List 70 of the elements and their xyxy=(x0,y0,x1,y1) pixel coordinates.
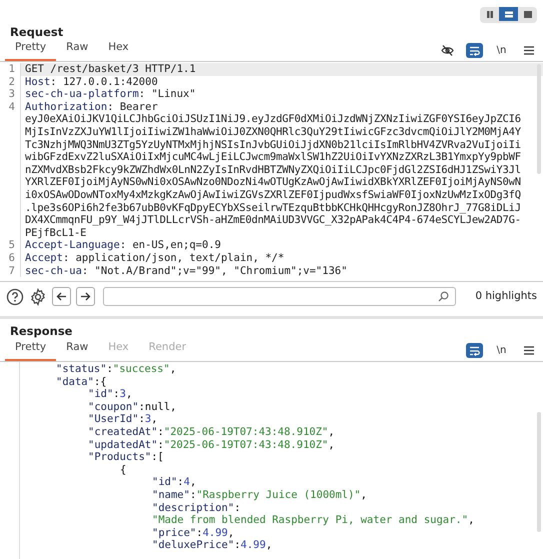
line-number: 5 xyxy=(8,239,16,252)
settings-icon[interactable] xyxy=(29,288,47,306)
line-number: 2 xyxy=(8,76,16,88)
word-wrap-button[interactable] xyxy=(466,343,483,358)
code-line: sec-ch-ua-platform: "Linux" xyxy=(24,88,197,101)
code-line: sec-ch-ua: "Not.A/Brand";v="99", "Chromium";v="136" xyxy=(24,264,348,278)
eye-slash-icon xyxy=(441,45,454,56)
code-line: Authorization: Bearer xyxy=(24,100,159,114)
code-line: eyJ0eXAiOiJKV1QiLCJhbGciOiJSUzI1NiJ9.eyJzdGF0dXMiOiJzdWNjZXNzIiwiZGF0YSI6eyJpZCI6 xyxy=(24,113,522,126)
tab[interactable]: Pretty xyxy=(5,40,56,61)
code-line: "updatedAt":"2025-06-19T07:43:48.910Z", xyxy=(87,438,336,452)
scrollbar-thumb[interactable] xyxy=(537,412,541,532)
code-line: Accept: application/json, text/plain, */* xyxy=(24,252,286,264)
panel-title: Response xyxy=(9,323,74,340)
line-number: 3 xyxy=(8,88,16,101)
line-number: 6 xyxy=(8,252,16,264)
back-button[interactable] xyxy=(52,287,71,306)
code-line: "description": xyxy=(151,502,242,514)
newline-toggle[interactable]: \n xyxy=(493,43,510,58)
search-field[interactable] xyxy=(103,287,456,306)
tab[interactable]: Raw xyxy=(56,340,98,361)
code-line: DX4XCmmqnFU_p9Y_W4jJTlDLLcrVSh-aHZmE0dnMAiUD3VVGC_X32pAPak4C4P4-674eSCYLJew2AD7G- xyxy=(24,214,522,227)
scrollbar-thumb[interactable] xyxy=(537,64,541,174)
code-line: nZXMvdXBsb2Fkcy9kZWZhdWx0LnN2ZyIsInRvdHBTZWNyZXQiOiIiLCJpc0FjdGl2ZSI6dHJ1ZSwiY3Jl xyxy=(24,164,522,176)
hide-button[interactable] xyxy=(439,43,456,58)
code-line: i0xOSAwODowNToxMy4xMzkgKzAwOjAwIiwiZGVsZXRlZEF0IjpudWxsfSwiaWF0IjoxNzUwMzIxODg3fQ xyxy=(24,188,522,202)
code-line: "UserId":3, xyxy=(87,413,159,426)
code-line: "id":4, xyxy=(151,476,198,489)
code-line: PEjfBcL1-E xyxy=(24,226,88,240)
code-line: wibGFzdExvZ2luSXAiOiIxMjcuMC4wLjEiLCJwcm9maWxlSW1hZ2UiOiIvYXNzZXRzL3B1YmxpYy9pbWF xyxy=(24,151,522,164)
line-number: 1 xyxy=(8,63,16,76)
code-line: "coupon":null, xyxy=(87,400,178,414)
wrap-icon xyxy=(469,346,480,356)
code-line: "data":{ xyxy=(56,376,108,388)
tab[interactable]: Pretty xyxy=(5,340,56,361)
square-icon xyxy=(522,10,532,18)
newline-toggle[interactable]: \n xyxy=(493,343,510,358)
highlights-count: 0 highlights xyxy=(475,288,537,304)
wrap-icon xyxy=(469,46,480,56)
code-line: "createdAt":"2025-06-19T07:43:48.910Z", xyxy=(87,426,336,439)
code-line: Tc3NzhjMWQ3NmU3ZTg5YzUyNTMxMjhjNSIsInJvbGUiOiJjdXN0b21lciIsImRlbHV4ZVRva2VuIjoiIi xyxy=(24,138,522,152)
code-line: "Made from blended Raspberry Pi, water and sugar.", xyxy=(151,514,476,527)
help-icon[interactable] xyxy=(6,288,24,306)
menu-icon xyxy=(524,46,534,55)
code-line: "status":"success", xyxy=(56,363,178,376)
rows-icon xyxy=(504,10,514,18)
columns-icon xyxy=(484,10,494,18)
tab[interactable]: Hex xyxy=(98,40,139,61)
code-line: "name":"Raspberry Juice (1000ml)", xyxy=(151,488,368,502)
code-line: .lpe3s6OPi6h2fe3b67ubB0vKFqDpyECYbXSseilrwTEzquBtbbKCHkQHHcgyRonJZ8OhrJ_77G8iDLiJ xyxy=(24,202,522,214)
code-line: "deluxePrice":4.99, xyxy=(151,539,274,552)
line-number: 7 xyxy=(8,264,16,278)
code-line: YXRlZEF0IjoiMjAyNS0wNi0xOSAwNzo0NDozNi4wOTUgKzAwOjAwIiwidXBkYXRlZEF0IjoiMjAyNS0wN xyxy=(24,176,522,189)
code-line: Host: 127.0.0.1:42000 xyxy=(24,76,159,88)
tab[interactable]: Raw xyxy=(56,40,98,61)
code-line: Accept-Language: en-US,en;q=0.9 xyxy=(24,239,222,252)
search-icon xyxy=(438,291,450,302)
code-line: "price":4.99, xyxy=(151,526,236,540)
code-line: MjIsInVzZXJuYW1lIjoiIiwiZW1haWwiOiJ0ZXN0QHRlc3QuY29tIiwicGFzc3dvcmQiOiJlY2M0MjA4Y xyxy=(24,126,522,139)
code-line: "id":3, xyxy=(87,388,134,401)
code-line: { xyxy=(119,464,128,476)
panel-title: Request xyxy=(9,24,64,41)
forward-button[interactable] xyxy=(76,287,95,306)
line-number: 4 xyxy=(8,100,16,115)
menu-icon xyxy=(524,346,534,355)
left-arrow-icon xyxy=(56,291,67,302)
code-line: "Products":[ xyxy=(87,451,165,464)
layout-button[interactable] xyxy=(499,7,518,21)
right-arrow-icon xyxy=(80,291,91,302)
word-wrap-button[interactable] xyxy=(466,43,483,58)
